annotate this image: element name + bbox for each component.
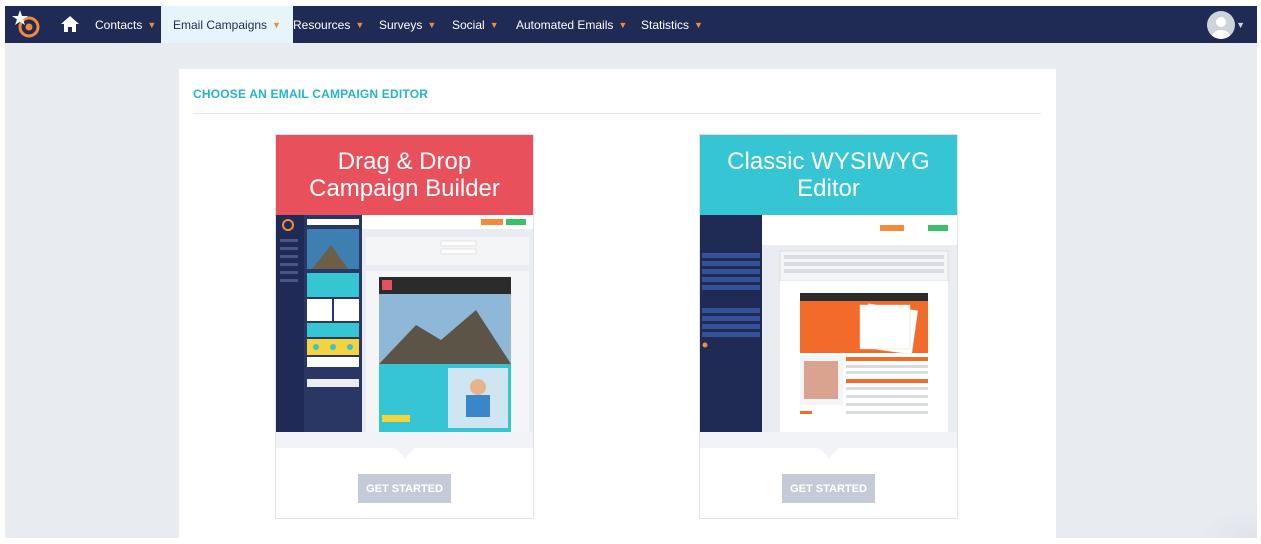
editor-chooser-card: CHOOSE AN EMAIL CAMPAIGN EDITOR Drag & D… — [179, 69, 1056, 544]
user-avatar-icon[interactable] — [1207, 11, 1235, 39]
top-navigation: Contacts ▼ Email Campaigns ▼ Resources ▼ Su… — [5, 6, 1257, 43]
divider — [193, 113, 1041, 114]
pointer-notch — [395, 448, 415, 458]
preview-footer-band — [276, 432, 533, 448]
app-frame: Contacts ▼ Email Campaigns ▼ Resources ▼ Su… — [5, 6, 1257, 544]
chevron-down-icon: ▼ — [694, 19, 703, 30]
nav-surveys-label: Surveys — [379, 17, 423, 32]
nav-email-campaigns-label: Email Campaigns — [173, 17, 268, 32]
home-icon[interactable] — [61, 16, 79, 32]
drag-drop-preview-image — [276, 215, 533, 432]
nav-resources-label: Resources — [293, 17, 351, 32]
nav-resources[interactable]: Resources ▼ — [281, 6, 376, 43]
editor-option-wysiwyg[interactable]: Classic WYSIWYG Editor GET STARTED — [699, 134, 958, 519]
chevron-down-icon: ▼ — [427, 19, 437, 30]
nav-social[interactable]: Social ▼ — [440, 6, 511, 43]
nav-automated-emails[interactable]: Automated Emails ▼ — [504, 6, 639, 43]
nav-social-label: Social — [452, 17, 485, 32]
nav-statistics-label: Statistics — [641, 17, 690, 32]
editor-title: Drag & Drop Campaign Builder — [276, 135, 533, 215]
editor-option-drag-drop[interactable]: Drag & Drop Campaign Builder GET STARTED — [275, 134, 534, 519]
chevron-down-icon: ▼ — [618, 19, 628, 30]
pointer-notch — [819, 448, 839, 458]
wysiwyg-preview-image — [700, 215, 957, 432]
page-title: CHOOSE AN EMAIL CAMPAIGN EDITOR — [193, 87, 429, 101]
nav-automated-emails-label: Automated Emails — [516, 17, 614, 32]
corner-shadow — [1197, 508, 1257, 538]
chevron-down-icon[interactable]: ▼ — [1236, 20, 1245, 30]
chevron-down-icon: ▼ — [489, 19, 499, 30]
nav-email-campaigns[interactable]: Email Campaigns ▼ — [161, 6, 293, 43]
chevron-down-icon: ▼ — [272, 19, 281, 30]
preview-footer-band — [700, 432, 957, 448]
nav-contacts-label: Contacts — [95, 17, 143, 32]
chevron-down-icon: ▼ — [355, 19, 365, 30]
nav-statistics[interactable]: Statistics ▼ — [629, 6, 715, 43]
chevron-down-icon: ▼ — [147, 19, 157, 30]
get-started-button[interactable]: GET STARTED — [782, 474, 875, 503]
get-started-button[interactable]: GET STARTED — [358, 474, 451, 503]
editor-title: Classic WYSIWYG Editor — [700, 135, 957, 215]
nav-surveys[interactable]: Surveys ▼ — [367, 6, 448, 43]
nav-contacts[interactable]: Contacts ▼ — [83, 6, 168, 43]
starburst-target-logo[interactable] — [11, 8, 43, 40]
